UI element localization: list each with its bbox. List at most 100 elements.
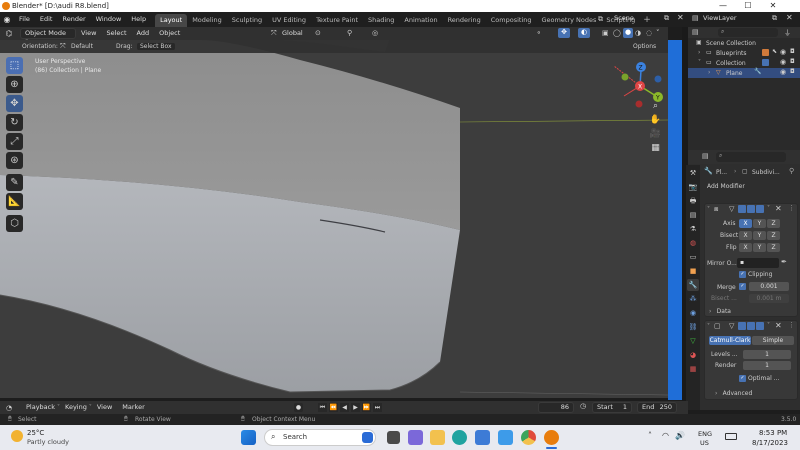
editmode-toggle-icon[interactable] <box>738 205 746 213</box>
menu-edit[interactable]: Edit <box>35 12 58 27</box>
current-frame-field[interactable]: 86 <box>538 402 574 413</box>
render-camera-icon[interactable]: ◘ <box>790 48 795 55</box>
properties-search-field[interactable]: ⌕ <box>716 152 786 162</box>
play-icon[interactable]: ▶ <box>351 403 360 412</box>
render-levels-field[interactable]: 1 <box>743 361 791 370</box>
remove-modifier-icon[interactable]: ✕ <box>775 321 782 330</box>
viewlayer-icon[interactable]: ▤ <box>692 14 699 22</box>
bisect-distance-field[interactable]: 0.001 m <box>749 294 789 303</box>
play-reverse-icon[interactable]: ◀ <box>340 403 349 412</box>
expand-arrow-icon[interactable]: › <box>708 69 710 76</box>
menu-object[interactable]: Object <box>154 26 185 41</box>
add-modifier-button[interactable]: Add Modifier <box>688 180 800 194</box>
tab-compositing[interactable]: Compositing <box>486 14 537 27</box>
expand-arrow-icon[interactable]: › <box>698 49 700 56</box>
pivot-icon[interactable]: ⊙ <box>315 29 321 37</box>
outliner-row-scene-collection[interactable]: ▣ Scene Collection <box>688 38 800 48</box>
render-camera-icon[interactable]: ◘ <box>790 68 795 75</box>
tool-tab-icon[interactable]: ⚒ <box>687 167 699 179</box>
select-toggle-icon[interactable]: ⬉ <box>772 48 777 55</box>
preview-range-icon[interactable]: ◷ <box>580 402 586 410</box>
visibility-eye-icon[interactable]: ◉ <box>780 68 786 76</box>
menu-file[interactable]: File <box>14 12 35 27</box>
simple-button[interactable]: Simple <box>752 336 794 345</box>
render-toggle-icon[interactable] <box>756 322 764 330</box>
tab-animation[interactable]: Animation <box>399 14 442 27</box>
outliner-search-icon[interactable]: ⌕ <box>718 28 778 37</box>
wifi-icon[interactable]: ◠ <box>662 431 669 440</box>
shading-wireframe-icon[interactable]: ◯ <box>613 29 621 37</box>
outliner-filter-icon[interactable]: ▤ <box>692 28 699 36</box>
menu-window[interactable]: Window <box>91 12 127 27</box>
proportional-edit-icon[interactable]: ◎ <box>372 29 378 37</box>
optimal-display-checkbox[interactable]: ✓ Optimal ... <box>739 375 779 382</box>
jump-start-icon[interactable]: ⏮ <box>318 403 327 412</box>
menu-help[interactable]: Help <box>126 12 151 27</box>
volume-icon[interactable]: 🔊 <box>675 431 685 440</box>
exclude-checkbox-icon[interactable] <box>762 59 769 66</box>
render-toggle-icon[interactable] <box>756 205 764 213</box>
axis-y-toggle[interactable]: Y <box>753 219 766 228</box>
visibility-icon[interactable]: ⚬ <box>536 29 542 37</box>
frame-start-field[interactable]: Start 1 <box>592 402 632 413</box>
tab-geometry-nodes[interactable]: Geometry Nodes <box>537 14 602 27</box>
add-cube-tool-icon[interactable]: ⬡ <box>6 215 23 232</box>
new-viewlayer-icon[interactable]: ⧉ <box>772 14 777 23</box>
clipping-checkbox[interactable]: ✓ Clipping <box>739 271 772 278</box>
new-scene-icon[interactable]: ⧉ <box>664 14 669 23</box>
weather-sun-icon[interactable] <box>11 430 23 442</box>
tab-modeling[interactable]: Modeling <box>187 14 227 27</box>
shading-material-icon[interactable]: ◑ <box>635 29 641 37</box>
realtime-toggle-icon[interactable] <box>747 205 755 213</box>
data-subpanel[interactable]: › Data <box>709 307 731 315</box>
visibility-eye-icon[interactable]: ◉ <box>780 48 786 56</box>
jump-end-icon[interactable]: ⏭ <box>373 403 382 412</box>
cursor-tool-icon[interactable]: ⊕ <box>6 76 23 93</box>
bisect-z-toggle[interactable]: Z <box>767 231 780 240</box>
scene-tab-icon[interactable]: ⚗ <box>687 223 699 235</box>
bisect-y-toggle[interactable]: Y <box>753 231 766 240</box>
tab-texture-paint[interactable]: Texture Paint <box>311 14 363 27</box>
blender-taskbar-icon[interactable] <box>544 430 559 445</box>
outliner-row-collection[interactable]: ˅ ▭ Collection ◉ ◘ <box>688 58 800 68</box>
mode-selector[interactable]: Object Mode ˅ <box>20 28 76 46</box>
scene-icon[interactable]: ⧉ <box>598 15 603 24</box>
menu-select[interactable]: Select <box>101 26 131 41</box>
file-explorer-icon[interactable] <box>430 430 445 445</box>
pin-icon[interactable]: ⚲ <box>789 167 794 175</box>
edge-browser-icon[interactable] <box>452 430 467 445</box>
expand-arrow-icon[interactable]: ˅ <box>698 59 701 66</box>
menu-render[interactable]: Render <box>57 12 90 27</box>
properties-editor-icon[interactable]: ▤ <box>702 152 709 160</box>
windows-start-icon[interactable] <box>241 430 256 445</box>
shading-solid-icon[interactable]: ● <box>623 28 633 38</box>
output-tab-icon[interactable]: 🖶 <box>687 195 699 207</box>
outliner-row-blueprints[interactable]: › ▭ Blueprints ⬉ ◉ ◘ <box>688 48 800 58</box>
advanced-subpanel[interactable]: › Advanced <box>715 389 752 397</box>
editor-type-icon[interactable]: ⌬ <box>0 29 18 38</box>
chevron-up-icon[interactable]: ˄ <box>648 431 652 440</box>
move-tool-icon[interactable]: ✥ <box>6 95 23 112</box>
store-icon[interactable] <box>475 430 490 445</box>
mirror-object-field[interactable]: ▪ <box>737 258 779 268</box>
outliner-row-plane[interactable]: › ▽ Plane 🔧 ◉ ◘ <box>688 68 800 78</box>
viewport-side-strip[interactable] <box>668 40 682 400</box>
particles-tab-icon[interactable]: ⁂ <box>687 293 699 305</box>
flip-z-toggle[interactable]: Z <box>767 243 780 252</box>
render-camera-icon[interactable]: ◘ <box>790 58 795 65</box>
photos-icon[interactable] <box>498 430 513 445</box>
timeline-editor-icon[interactable]: ◔ <box>0 404 18 412</box>
shading-rendered-icon[interactable]: ◌ <box>646 29 652 37</box>
constraints-tab-icon[interactable]: ⛓ <box>687 321 699 333</box>
edit-cage-icon[interactable]: ▽ <box>729 205 734 213</box>
annotate-tool-icon[interactable]: ✎ <box>6 174 23 191</box>
xray-icon[interactable]: ▣ <box>602 29 609 37</box>
ortho-grid-icon[interactable]: ▦ <box>649 142 662 155</box>
timeline-playback-menu[interactable]: Playback <box>18 400 57 415</box>
modifier-tab-icon[interactable]: 🔧 <box>687 279 699 291</box>
menu-view[interactable]: View <box>76 26 101 41</box>
task-view-icon[interactable] <box>387 431 400 444</box>
taskbar-search[interactable]: ⌕ Search <box>264 429 376 446</box>
weather-desc[interactable]: Partly cloudy <box>27 438 69 446</box>
axis-z-toggle[interactable]: Z <box>767 219 780 228</box>
